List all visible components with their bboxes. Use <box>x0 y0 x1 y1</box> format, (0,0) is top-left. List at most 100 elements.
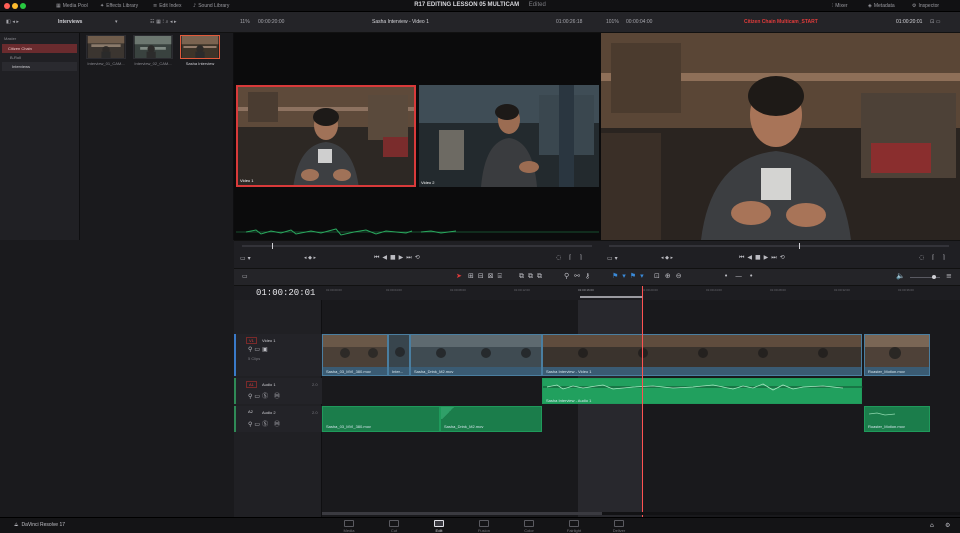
bin-interviews[interactable]: Interviews <box>2 62 77 71</box>
source-in-out-icons[interactable]: ◌ ⌈ ⌉ <box>556 254 585 261</box>
page-tab-fusion[interactable]: Fusion <box>465 520 503 533</box>
timeline-toolbar: ▭ ➤ ⊞⊟⊠⌸ ⧉⧉⧉ ⚲⚯⚷ ⚑▾⚑▾ ⊡⊕⊖ •—• 🔈 ≡ <box>234 268 960 286</box>
track-id-a2[interactable]: A2 <box>246 409 255 414</box>
mixer-toggle[interactable]: ⫶ Mixer <box>832 2 848 10</box>
volume-slider[interactable] <box>910 275 940 279</box>
angle-1-label: Video 1 <box>240 178 254 183</box>
panel-layout-icon[interactable]: ◧ ◂ ▸ <box>6 19 19 25</box>
source-playhead[interactable] <box>272 243 273 249</box>
timeline-menu-icon[interactable]: ≡ <box>946 272 952 280</box>
master-bin[interactable]: Master <box>0 33 79 44</box>
jog-controls[interactable]: ◂ ◆ ▸ <box>304 255 316 261</box>
timeline-clip-v1[interactable]: Sasha_03_MVI_380.mov <box>322 334 388 376</box>
track-v1-controls[interactable]: ⚲▭▣ <box>248 346 270 353</box>
volume-icon[interactable]: 🔈 <box>896 272 905 280</box>
timeline-clip-v1[interactable]: Roaster_Motion.mov <box>864 334 930 376</box>
ruler-tick-label: 01:00:32:00 <box>834 288 850 292</box>
track-header-v1[interactable]: V1 Video 1 ⚲▭▣ 5 Clips <box>234 334 322 376</box>
timeline-name-dropdown[interactable]: Citizen Chain Multicam_START <box>744 19 818 25</box>
maximize-window-button[interactable] <box>20 3 26 9</box>
page-tab-deliver[interactable]: Deliver <box>600 520 638 533</box>
track-a2-controls[interactable]: ⚲▭Ⓢ Ⓜ <box>248 419 282 428</box>
program-transport: ▭ ▾ ◂ ◆ ▸ ⏮◀■▶⏭⟲ ◌ ⌈ ⌉ <box>601 240 960 268</box>
insert-overwrite-icons[interactable]: ⧉⧉⧉ <box>519 272 546 281</box>
timeline-clip-v1-multicam[interactable]: Sasha Interview - Video 1 <box>542 334 862 376</box>
home-icon[interactable]: ⌂ <box>930 522 934 529</box>
angle-video-2[interactable]: Video 2 <box>419 85 599 187</box>
track-id-v1[interactable]: V1 <box>246 337 257 344</box>
zoom-icons[interactable]: ⊡⊕⊖ <box>654 272 687 280</box>
timeline-clip-v1[interactable]: Sasha_Drink_M2.mov <box>410 334 542 376</box>
page-tab-media[interactable]: Media <box>330 520 368 533</box>
inspector-toggle[interactable]: ⚙ Inspector <box>912 2 939 10</box>
edit-index-toggle[interactable]: ≡ Edit Index <box>153 2 181 10</box>
timeline-viewer[interactable] <box>601 33 960 240</box>
angle-video-1[interactable]: Video 1 <box>236 85 416 187</box>
timeline-clip-a1[interactable]: Sasha Interview - Audio 1 <box>542 378 863 404</box>
timeline-view-options-icon[interactable]: ▭ <box>242 273 248 280</box>
effects-library-toggle[interactable]: ✦ Effects Library <box>100 2 138 10</box>
sound-library-toggle[interactable]: ♪ Sound Library <box>193 2 229 10</box>
source-scrubber[interactable] <box>242 243 592 249</box>
settings-gear-icon[interactable]: ⚙ <box>945 522 950 529</box>
viewer-title[interactable]: Sasha Interview - Video 1 <box>372 19 429 25</box>
track-header-a2[interactable]: A2 Audio 2 2.0 ⚲▭Ⓢ Ⓜ <box>234 406 322 432</box>
bin-dropdown-icon[interactable]: ▾ <box>115 19 118 25</box>
minimize-window-button[interactable] <box>12 3 18 9</box>
track-name-a1[interactable]: Audio 1 <box>262 382 276 387</box>
sound-library-label: Sound Library <box>198 3 230 9</box>
source-zoom[interactable]: 11% <box>240 19 250 25</box>
view-mode-icons[interactable]: ☷ ▦ ⁝ ⌕ ◂ ▸ <box>150 19 177 25</box>
program-in-out-icons[interactable]: ◌ ⌈ ⌉ <box>919 254 948 261</box>
edit-tools-icons[interactable]: ⊞⊟⊠⌸ <box>468 272 506 281</box>
clip-thumbnail[interactable]: Interview_02_CAM... <box>133 35 173 66</box>
volume-knob[interactable] <box>932 275 936 279</box>
program-scrubber[interactable] <box>609 243 949 249</box>
track-a1-controls[interactable]: ⚲▭Ⓢ Ⓜ <box>248 391 282 400</box>
project-status: Edited <box>528 2 546 8</box>
timeline-clip-a2[interactable]: Sasha_Drink_M2.mov <box>440 406 542 432</box>
angle-2-image <box>419 85 599 187</box>
music-icon: ♪ <box>193 3 197 9</box>
program-jog-controls[interactable]: ◂ ◆ ▸ <box>661 255 673 261</box>
timeline-clip-v1[interactable]: Inter... <box>388 334 410 376</box>
clip-thumbnail-selected[interactable]: Sasha Interview <box>180 35 220 66</box>
program-zoom[interactable]: 101% <box>606 19 619 25</box>
track-name-v1[interactable]: Video 1 <box>262 338 276 343</box>
timeline-clip-a2[interactable]: Roaster_Motion.mov <box>864 406 930 432</box>
display-mode-icon[interactable]: ▭ ▾ <box>240 255 251 262</box>
viewer-options-icon[interactable]: ⊡ ▭ <box>930 19 941 25</box>
metadata-toggle[interactable]: ◈ Metadata <box>868 2 895 10</box>
timeline-clip-a2[interactable]: Sasha_03_MVI_380.mov <box>322 406 440 432</box>
track-name-a2[interactable]: Audio 2 <box>262 410 276 415</box>
bin-citizen-chain[interactable]: Citizen Chain <box>2 44 77 53</box>
source-playback-controls[interactable]: ⏮◀■▶⏭⟲ <box>374 254 423 262</box>
program-playback-controls[interactable]: ⏮◀■▶⏭⟲ <box>739 254 788 262</box>
media-pool-toggle[interactable]: ▦ Media Pool <box>56 2 88 10</box>
ruler-tick-label: 01:00:24:00 <box>706 288 722 292</box>
program-image <box>601 33 960 240</box>
clip-thumbnail[interactable]: Interview_01_CAM... <box>86 35 126 66</box>
program-display-icon[interactable]: ▭ ▾ <box>607 255 618 262</box>
record-timecode: 01:00:20:01 <box>896 19 923 25</box>
selection-tool-icon[interactable]: ➤ <box>456 272 462 280</box>
ruler-tick-label: 01:00:00:00 <box>326 288 342 292</box>
page-tab-edit[interactable]: Edit <box>420 520 458 533</box>
audio-fade-handle[interactable] <box>441 407 455 419</box>
page-tab-cut[interactable]: Cut <box>375 520 413 533</box>
page-tab-fairlight[interactable]: Fairlight <box>555 520 593 533</box>
flag-marker-icons[interactable]: ⚑▾⚑▾ <box>612 272 648 280</box>
timeline-playhead[interactable] <box>642 286 643 517</box>
timeline-ruler[interactable]: 01:00:00:00 01:00:04:00 01:00:08:00 01:0… <box>322 286 960 300</box>
in-out-range[interactable] <box>580 296 643 298</box>
bin-b-roll[interactable]: B-Roll <box>0 53 79 62</box>
page-tab-color[interactable]: Color <box>510 520 548 533</box>
timeline-scrollbar-thumb[interactable] <box>322 512 602 515</box>
snap-link-icons[interactable]: ⚲⚯⚷ <box>564 272 595 280</box>
close-window-button[interactable] <box>4 3 10 9</box>
track-header-a1[interactable]: A1 Audio 1 2.0 ⚲▭Ⓢ Ⓜ <box>234 378 322 404</box>
program-playhead[interactable] <box>799 243 800 249</box>
in-out-range-shade <box>578 300 642 517</box>
track-id-a1[interactable]: A1 <box>246 381 257 388</box>
zoom-slider-icons[interactable]: •—• <box>724 272 760 280</box>
